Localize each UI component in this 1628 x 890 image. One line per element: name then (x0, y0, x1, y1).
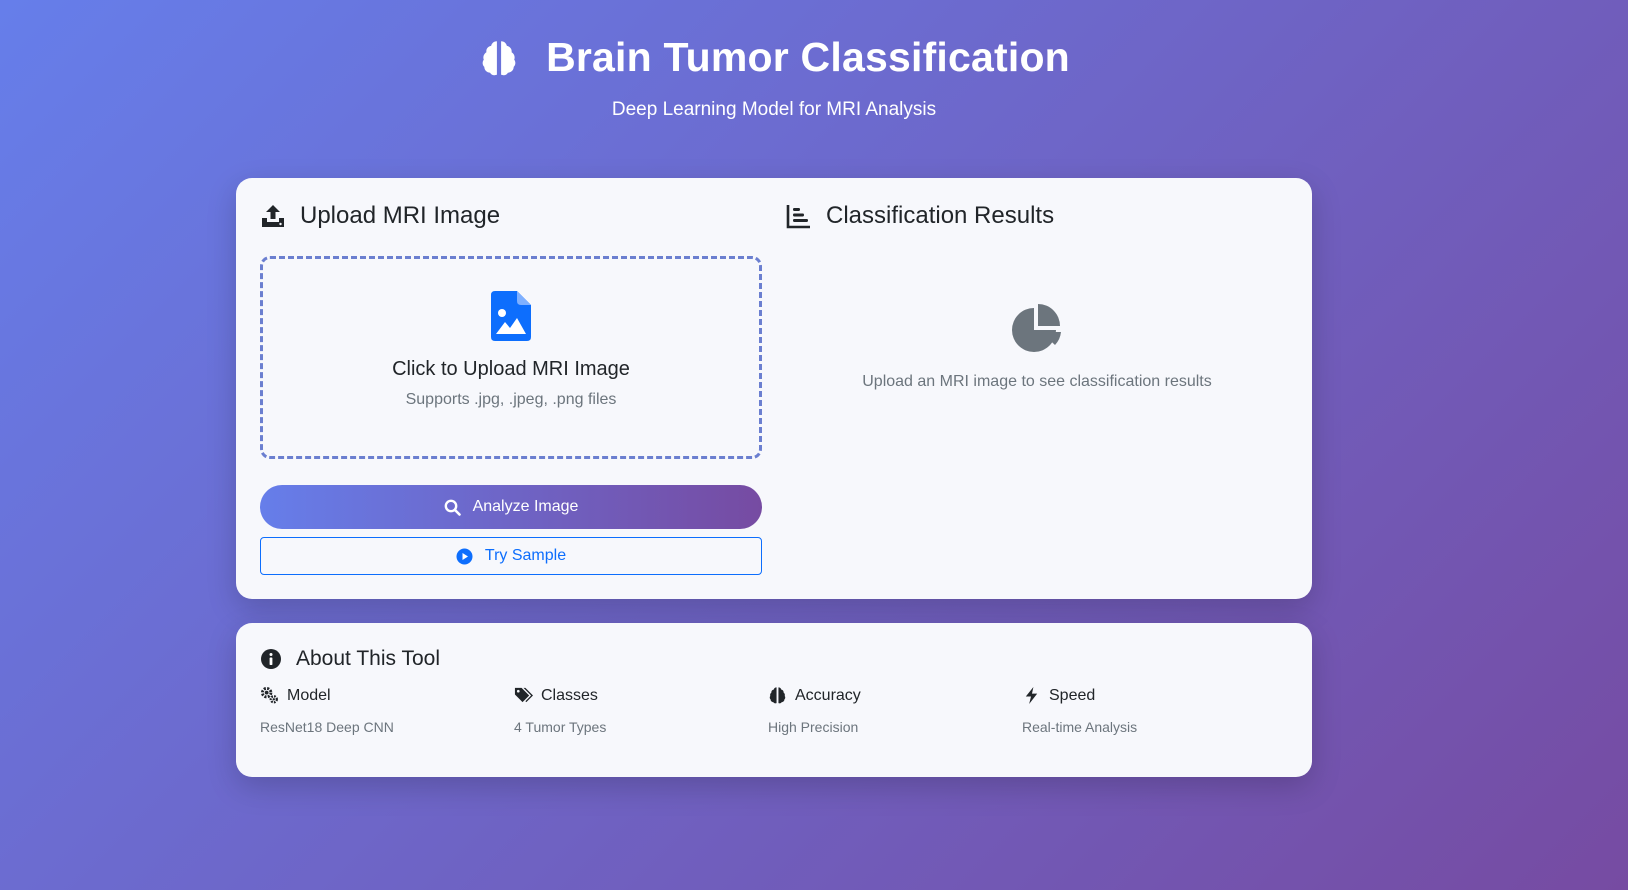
bolt-icon (1025, 686, 1038, 705)
gears-icon (260, 686, 278, 704)
analyze-image-label: Analyze Image (472, 498, 579, 515)
page-title: Brain Tumor Classification (546, 34, 1070, 80)
about-section-header: About This Tool (260, 647, 440, 671)
about-card: About This Tool Model ResNet18 Deep CNN … (236, 623, 1312, 777)
analyze-image-button[interactable]: Analyze Image (260, 485, 762, 529)
upload-dropzone[interactable]: Click to Upload MRI Image Supports .jpg,… (260, 256, 762, 459)
pie-chart-icon (1012, 304, 1061, 352)
results-section-title: Classification Results (826, 202, 1055, 229)
about-section-title: About This Tool (296, 647, 440, 670)
page-header: Brain Tumor Classification Deep Learning… (0, 34, 1548, 121)
brain-icon (482, 40, 516, 75)
dropzone-title: Click to Upload MRI Image (392, 358, 630, 380)
feature-accuracy-value: High Precision (768, 719, 859, 735)
feature-accuracy-head: Accuracy (768, 686, 1018, 705)
tags-icon (514, 687, 533, 703)
feature-model-value: ResNet18 Deep CNN (260, 719, 394, 735)
upload-section-header: Upload MRI Image (260, 202, 500, 230)
feature-speed-head: Speed (1022, 686, 1272, 705)
results-empty-text: Upload an MRI image to see classificatio… (862, 373, 1212, 390)
feature-speed-value: Real-time Analysis (1022, 719, 1138, 735)
feature-accuracy-label: Accuracy (795, 686, 861, 704)
feature-classes: Classes 4 Tumor Types (514, 686, 764, 736)
feature-classes-head: Classes (514, 686, 764, 705)
try-sample-button[interactable]: Try Sample (260, 537, 762, 575)
feature-model-head: Model (260, 686, 510, 705)
feature-accuracy: Accuracy High Precision (768, 686, 1018, 736)
feature-classes-label: Classes (541, 686, 598, 704)
search-icon (444, 499, 461, 516)
dropzone-subtitle: Supports .jpg, .jpeg, .png files (405, 391, 617, 408)
main-card: Upload MRI Image Click to Upload MRI Ima… (236, 178, 1312, 599)
play-circle-icon (456, 548, 473, 564)
page-subtitle: Deep Learning Model for MRI Analysis (611, 99, 937, 120)
results-empty-state: Upload an MRI image to see classificatio… (786, 302, 1288, 391)
info-circle-icon (261, 649, 281, 669)
feature-speed-label: Speed (1049, 686, 1096, 704)
bar-chart-icon (786, 205, 810, 229)
file-image-icon (491, 291, 531, 341)
upload-section-title: Upload MRI Image (300, 202, 501, 229)
header-title-row: Brain Tumor Classification (0, 34, 1548, 81)
results-section-header: Classification Results (786, 202, 1054, 230)
try-sample-label: Try Sample (484, 547, 567, 564)
feature-classes-value: 4 Tumor Types (514, 719, 607, 735)
feature-speed: Speed Real-time Analysis (1022, 686, 1272, 736)
feature-model-label: Model (287, 686, 331, 704)
feature-model: Model ResNet18 Deep CNN (260, 686, 510, 736)
brain-icon (769, 687, 786, 704)
upload-icon (262, 205, 284, 227)
